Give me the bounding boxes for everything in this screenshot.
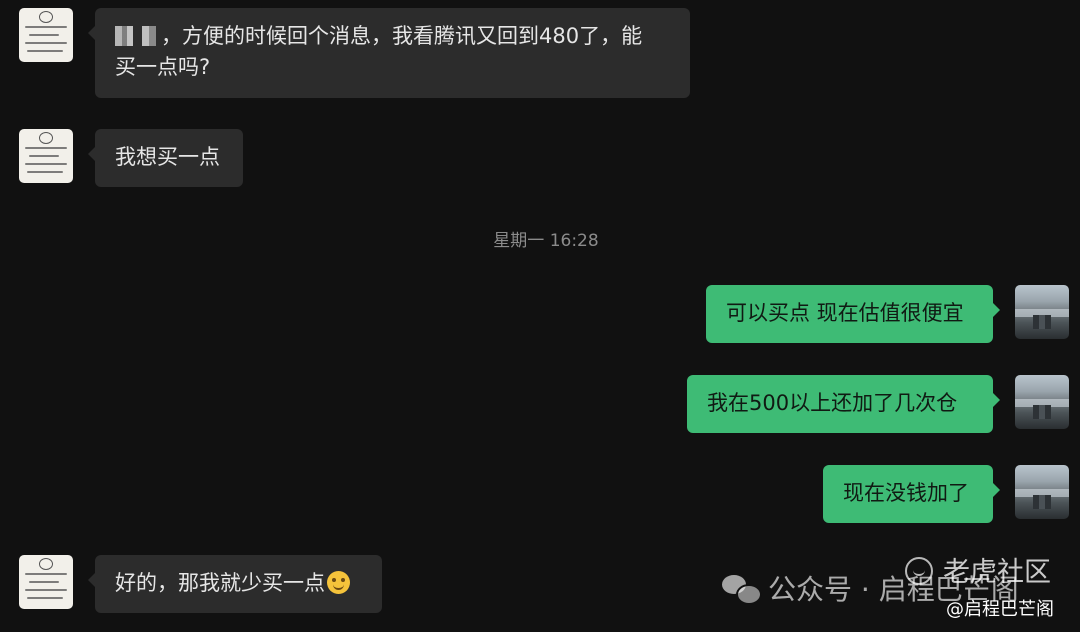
contact-avatar[interactable] bbox=[19, 555, 73, 609]
user-avatar[interactable] bbox=[1015, 375, 1069, 429]
smile-emoji-icon bbox=[327, 571, 350, 594]
message-bubble-outgoing[interactable]: 现在没钱加了 bbox=[823, 465, 1000, 523]
message-text: 我想买一点 bbox=[115, 145, 220, 169]
message-text: ，方便的时候回个消息，我看腾讯又回到480了，能 bbox=[161, 24, 643, 48]
message-bubble-incoming[interactable]: 好的，那我就少买一点 bbox=[88, 555, 382, 613]
message-bubble-incoming[interactable]: 我想买一点 bbox=[88, 129, 243, 187]
message-text: 可以买点 现在估值很便宜 bbox=[726, 301, 964, 325]
message-text: 现在没钱加了 bbox=[843, 481, 969, 505]
user-avatar[interactable] bbox=[1015, 285, 1069, 339]
message-text: 买一点吗? bbox=[115, 55, 211, 79]
user-avatar[interactable] bbox=[1015, 465, 1069, 519]
masked-name bbox=[115, 26, 159, 46]
chat-timestamp: 星期一 16:28 bbox=[493, 231, 599, 251]
message-bubble-incoming[interactable]: ，方便的时候回个消息，我看腾讯又回到480了，能 买一点吗? bbox=[88, 8, 690, 98]
wechat-icon bbox=[722, 573, 762, 605]
contact-avatar[interactable] bbox=[19, 8, 73, 62]
message-bubble-outgoing[interactable]: 我在500以上还加了几次仓 bbox=[687, 375, 1000, 433]
message-text: 我在500以上还加了几次仓 bbox=[707, 391, 958, 415]
message-bubble-outgoing[interactable]: 可以买点 现在估值很便宜 bbox=[706, 285, 1000, 343]
contact-avatar[interactable] bbox=[19, 129, 73, 183]
watermark-handle: @启程巴芒阁 bbox=[946, 599, 1054, 620]
message-text: 好的，那我就少买一点 bbox=[115, 571, 325, 595]
